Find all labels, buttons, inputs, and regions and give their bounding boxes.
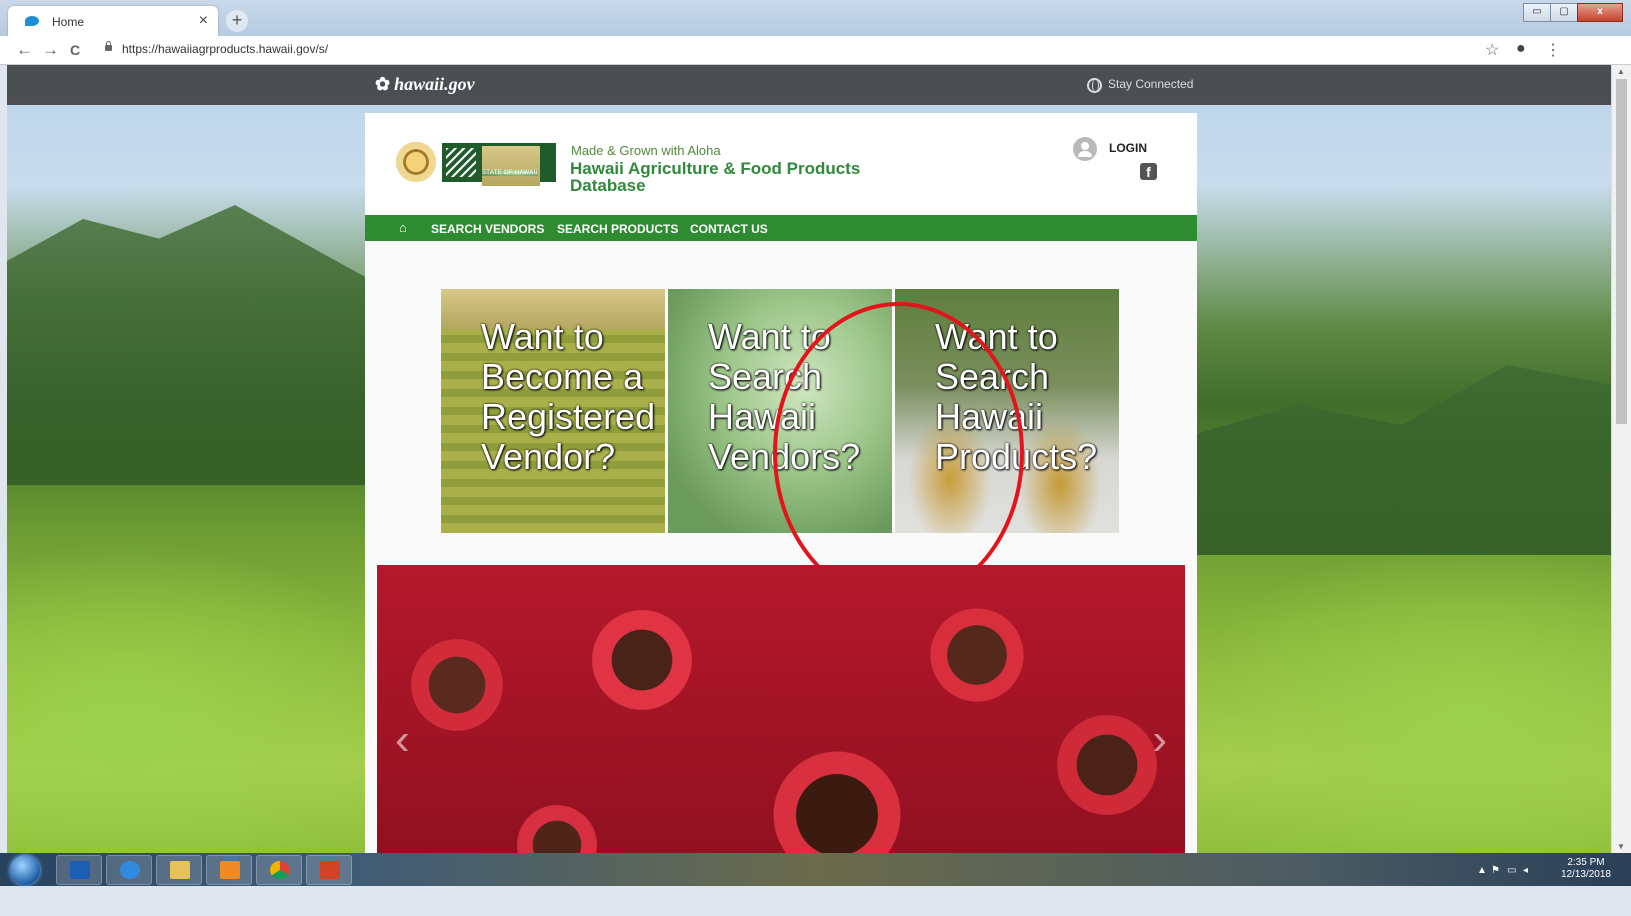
carousel-prev-icon[interactable]: ‹ [395,715,410,765]
show-hidden-icons-icon[interactable]: ▲ [1477,865,1487,876]
stay-connected-link[interactable]: Stay Connected [1087,77,1193,93]
site-title[interactable]: Hawaii Agriculture & Food Products Datab… [570,160,910,194]
background-mountain-right [1192,365,1612,555]
network-icon[interactable]: ▭ [1507,865,1516,876]
browser-tab-home[interactable]: Home × [8,6,218,36]
red-highlight-circle [773,302,1024,604]
lock-icon [105,41,112,51]
state-seal-logo [396,142,436,182]
back-arrow-icon[interactable]: ← [16,40,33,60]
stay-connected-label: Stay Connected [1108,77,1194,91]
image-carousel: ‹ › [377,565,1185,853]
site-tagline: Made & Grown with Aloha [571,143,721,158]
globe-icon [1087,78,1102,93]
volume-icon[interactable]: ◂ [1523,865,1528,876]
taskbar-internet-explorer[interactable] [106,855,152,885]
reload-icon[interactable]: C [70,42,80,58]
main-content-card: Department of Agriculture STATE OF HAWAII… [365,113,1197,853]
scroll-up-icon[interactable]: ▲ [1617,67,1625,76]
media-player-icon [220,861,240,879]
browser-menu-icon[interactable]: ⋮ [1545,40,1561,60]
page-scrollbar[interactable]: ▲ ▼ [1611,65,1631,853]
outlook-icon [70,861,90,879]
browser-tab-strip: Home × + ▭ ▢ x [0,0,1631,36]
taskbar-media-player[interactable] [206,855,252,885]
close-window-button[interactable]: x [1577,3,1623,22]
hawaii-gov-logo[interactable]: ✿ hawaii.gov [375,74,475,95]
window-controls: ▭ ▢ x [1523,3,1623,22]
page-viewport: ✿ hawaii.gov Stay Connected Department of … [7,65,1612,853]
action-center-flag-icon[interactable]: ⚑ [1491,865,1500,876]
bookmark-star-icon[interactable]: ☆ [1485,40,1499,60]
site-header: Department of Agriculture STATE OF HAWAII… [365,113,1197,215]
nav-search-vendors[interactable]: SEARCH VENDORS [431,222,544,236]
taskbar-file-explorer[interactable] [156,855,202,885]
taskbar-chrome[interactable] [256,855,302,885]
doa-state-text: STATE OF HAWAII [482,170,538,176]
login-label: LOGIN [1109,141,1147,155]
nav-search-products[interactable]: SEARCH PRODUCTS [557,222,678,236]
new-tab-button[interactable]: + [226,10,248,32]
forward-arrow-icon[interactable]: → [42,40,59,60]
internet-explorer-icon [120,861,140,879]
hawaii-gov-bar: ✿ hawaii.gov Stay Connected [7,65,1612,105]
taskbar-powerpoint[interactable] [306,855,352,885]
windows-taskbar: ▲ ⚑ ▭ ◂ 2:35 PM 12/13/2018 [0,853,1631,886]
hawaii-gov-logo-text: hawaii.gov [394,74,475,94]
taskbar-outlook[interactable] [56,855,102,885]
powerpoint-icon [320,861,340,879]
address-bar: ← → C https://hawaiiagrproducts.hawaii.g… [0,36,1631,65]
facebook-icon[interactable]: f [1140,163,1157,180]
minimize-button[interactable]: ▭ [1523,3,1551,22]
user-avatar-icon [1073,137,1097,161]
hibiscus-icon: ✿ [375,74,391,94]
tab-close-icon[interactable]: × [199,12,208,30]
clock-date: 12/13/2018 [1560,869,1611,880]
carousel-next-icon[interactable]: › [1152,715,1167,765]
doa-stripes-icon [446,148,476,177]
folder-icon [170,861,190,879]
tab-title: Home [52,15,85,29]
background-mountain-left [7,205,387,485]
nav-contact-us[interactable]: CONTACT US [690,222,768,236]
salesforce-cloud-icon [25,16,39,26]
url-field[interactable]: https://hawaiiagrproducts.hawaii.gov/s/ [122,42,328,56]
chrome-icon [270,861,290,879]
tile-register-vendor-text: Want to Become a Registered Vendor? [481,316,656,477]
doa-logo-text: Department of Agriculture [482,145,541,186]
main-nav-bar: ⌂ SEARCH VENDORS SEARCH PRODUCTS CONTACT… [365,215,1197,241]
account-icon[interactable]: ● [1516,40,1526,58]
scrollbar-thumb[interactable] [1616,79,1627,424]
system-tray: ▲ ⚑ ▭ ◂ 2:35 PM 12/13/2018 [1461,853,1631,886]
taskbar-clock[interactable]: 2:35 PM 12/13/2018 [1561,857,1611,881]
start-button[interactable] [10,855,40,885]
scroll-down-icon[interactable]: ▼ [1617,842,1625,851]
maximize-button[interactable]: ▢ [1550,3,1578,22]
home-icon[interactable]: ⌂ [399,220,407,235]
clock-time: 2:35 PM [1567,857,1605,868]
tile-register-vendor[interactable]: Want to Become a Registered Vendor? [441,289,665,533]
department-of-agriculture-logo[interactable]: Department of Agriculture STATE OF HAWAII [442,143,556,186]
